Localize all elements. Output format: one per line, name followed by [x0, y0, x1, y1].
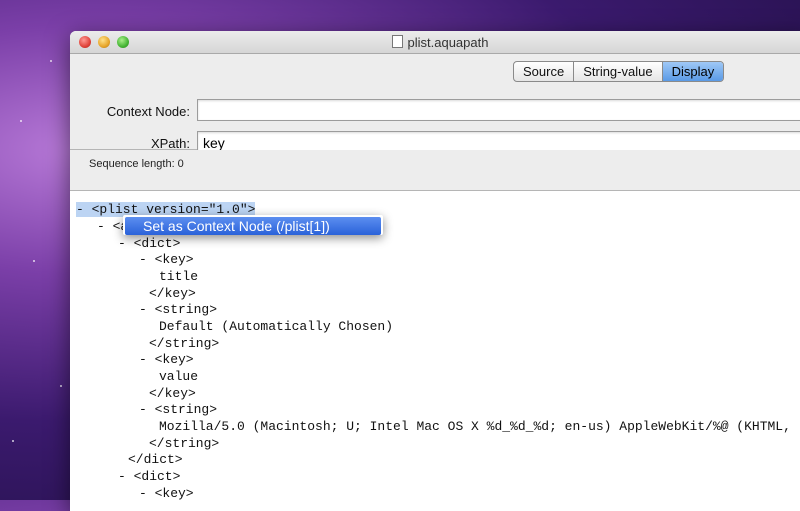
tree-node: </dict>	[128, 452, 183, 467]
tree-node[interactable]: - <dict>	[118, 236, 180, 252]
xml-tree-view[interactable]: - <plist version="1.0"> - <array> - <dic…	[70, 201, 800, 511]
xpath-label: XPath:	[150, 136, 190, 151]
star	[20, 120, 22, 122]
tab-display[interactable]: Display	[662, 62, 724, 81]
star	[33, 260, 35, 262]
tree-node: </key>	[149, 286, 196, 301]
document-icon	[391, 35, 403, 48]
context-node-label: Context Node:	[106, 104, 190, 119]
tree-node[interactable]: - <key>	[139, 252, 194, 268]
menu-item-set-context-node[interactable]: Set as Context Node (/plist[1])	[125, 217, 381, 235]
tree-node[interactable]: - <dict>	[118, 469, 180, 485]
app-window: plist.aquapath Context Node: XPath: key …	[70, 31, 800, 511]
context-menu: Set as Context Node (/plist[1])	[123, 215, 383, 235]
star	[50, 60, 52, 62]
status-panel: Sequence length: 0	[70, 150, 800, 191]
tree-node[interactable]: - <string>	[139, 402, 217, 418]
context-node-field[interactable]	[197, 99, 800, 121]
tree-node[interactable]: - <key>	[139, 352, 194, 368]
tab-string-value[interactable]: String-value	[574, 62, 663, 81]
star	[12, 440, 14, 442]
tree-text: Mozilla/5.0 (Macintosh; U; Intel Mac OS …	[159, 419, 800, 434]
tree-node: </string>	[149, 336, 220, 351]
view-mode-control: Source String-value Display	[513, 61, 725, 82]
tree-node: </key>	[149, 386, 196, 401]
window-title-text: plist.aquapath	[407, 35, 489, 50]
tree-text: value	[159, 369, 199, 384]
title-bar: plist.aquapath	[70, 31, 800, 54]
tree-node: </string>	[149, 436, 220, 451]
tree-text: Default (Automatically Chosen)	[159, 319, 394, 334]
tab-source[interactable]: Source	[514, 62, 575, 81]
star	[60, 385, 62, 387]
tree-node[interactable]: - <string>	[139, 302, 217, 318]
sequence-length: Sequence length: 0	[89, 158, 184, 170]
window-title: plist.aquapath	[70, 35, 800, 50]
tree-text: title	[159, 269, 199, 284]
